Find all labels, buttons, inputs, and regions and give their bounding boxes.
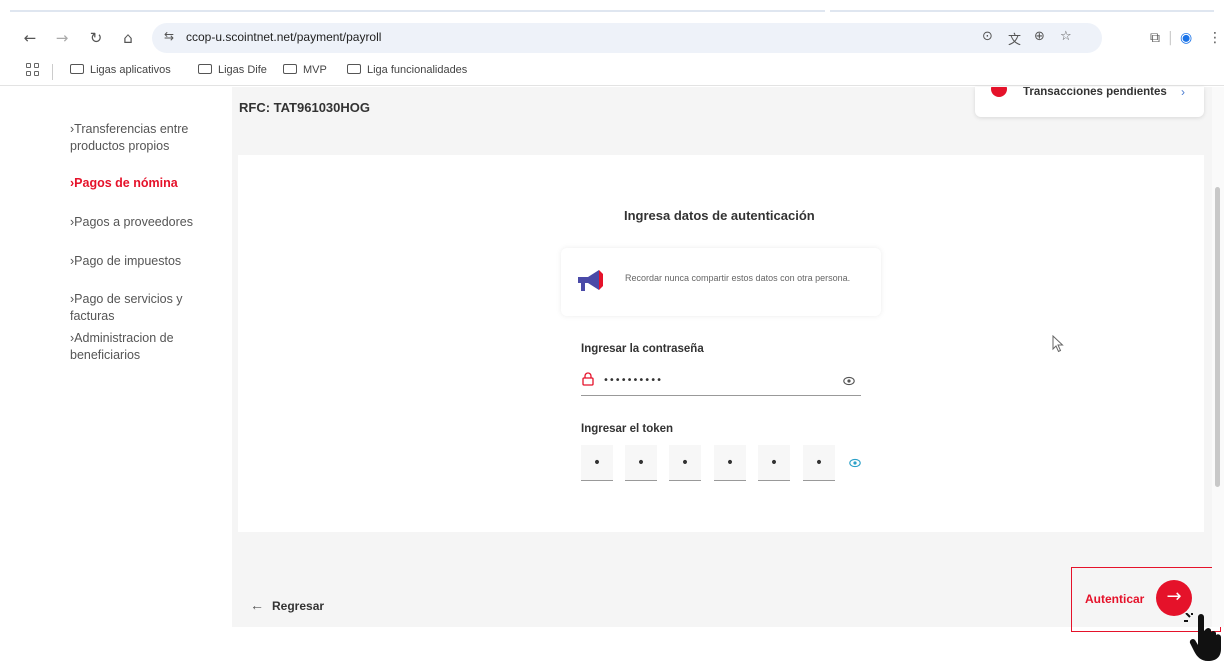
bookmark-folder[interactable]: Ligas Dife [198, 64, 267, 76]
token-digit-6[interactable]: • [803, 445, 835, 481]
sidebar-item-label: Pago de servicios y facturas [70, 292, 183, 323]
address-bar[interactable]: ⇆ ccop-u.scointnet.net/payment/payroll ⊙… [152, 23, 1102, 53]
folder-icon [283, 64, 297, 74]
sidebar-item-label: Pagos a proveedores [74, 215, 194, 229]
lock-icon [582, 372, 594, 386]
profile-icon[interactable]: ◉ [1180, 30, 1192, 46]
authenticate-button[interactable]: → [1156, 580, 1192, 616]
bookmarks-separator [52, 64, 53, 80]
sidebar-item-beneficiarios[interactable]: ›Administracion de beneficiarios [70, 330, 200, 364]
sidebar-item-label: Transferencias entre productos propios [70, 122, 189, 153]
reload-icon[interactable]: ↻ [86, 28, 106, 48]
token-input-group: • • • • • • [581, 445, 871, 483]
back-button-label: Regresar [272, 599, 325, 613]
pending-badge [991, 87, 1007, 97]
sidebar-item-label: Pagos de nómina [74, 176, 178, 190]
eye-icon[interactable] [843, 376, 855, 386]
bookmark-folder[interactable]: Liga funcionalidades [347, 64, 467, 76]
bookmark-label: MVP [303, 64, 327, 76]
password-label: Ingresar la contraseña [581, 343, 704, 355]
sidebar-item-pagos-nomina[interactable]: ›Pagos de nómina [70, 175, 230, 192]
token-digit-4[interactable]: • [714, 445, 746, 481]
sidebar-item-pago-impuestos[interactable]: ›Pago de impuestos [70, 253, 230, 270]
token-digit-2[interactable]: • [625, 445, 657, 481]
authenticate-label[interactable]: Autenticar [1085, 592, 1144, 606]
bookmark-star-icon[interactable]: ☆ [1060, 29, 1072, 44]
chevron-right-icon: › [1181, 87, 1185, 99]
forward-arrow-icon[interactable]: → [52, 28, 72, 48]
menu-dots-icon[interactable]: ⋮ [1208, 30, 1222, 46]
bookmark-label: Ligas Dife [218, 64, 267, 76]
security-notice: Recordar nunca compartir estos datos con… [561, 248, 881, 316]
home-icon[interactable]: ⌂ [118, 28, 138, 48]
token-label: Ingresar el token [581, 423, 674, 435]
sidebar-item-pagos-proveedores[interactable]: ›Pagos a proveedores [70, 214, 230, 231]
tab-strip [0, 0, 1224, 18]
megaphone-icon [578, 270, 603, 291]
back-button[interactable]: ← Regresar [250, 597, 324, 613]
sidebar-item-label: Pago de impuestos [74, 254, 182, 268]
arrow-right-icon: → [1166, 586, 1182, 607]
pending-transactions-card[interactable]: Transacciones pendientes › [975, 87, 1204, 117]
extensions-icon[interactable]: ⧉ [1150, 30, 1160, 46]
translate-icon[interactable]: 文 [1008, 29, 1021, 48]
bookmark-folder[interactable]: Ligas aplicativos [70, 64, 171, 76]
password-input[interactable] [603, 371, 823, 389]
rfc-label: RFC: TAT961030HOG [239, 100, 370, 115]
url-text[interactable]: ccop-u.scointnet.net/payment/payroll [186, 30, 381, 44]
auth-title: Ingresa datos de autenticación [624, 208, 815, 223]
browser-toolbar: ← → ↻ ⌂ ⇆ ccop-u.scointnet.net/payment/p… [0, 18, 1224, 58]
bookmark-label: Liga funcionalidades [367, 64, 468, 76]
page-content: ›Transferencias entre productos propios … [0, 87, 1224, 664]
mouse-pointer-icon [1052, 335, 1064, 353]
sidebar: ›Transferencias entre productos propios … [0, 87, 232, 627]
tab-strip-segment [830, 10, 1214, 12]
security-notice-text: Recordar nunca compartir estos datos con… [625, 273, 851, 283]
token-digit-1[interactable]: • [581, 445, 613, 481]
scrollbar-thumb[interactable] [1215, 187, 1220, 487]
location-icon[interactable]: ⊙ [982, 29, 993, 44]
bookmark-folder[interactable]: MVP [283, 64, 327, 76]
zoom-icon[interactable]: ⊕ [1034, 29, 1045, 44]
back-arrow-icon[interactable]: ← [20, 28, 40, 48]
token-digit-5[interactable]: • [758, 445, 790, 481]
toolbar-divider: | [1168, 30, 1173, 46]
hand-cursor-icon [1184, 613, 1221, 661]
token-digit-3[interactable]: • [669, 445, 701, 481]
password-field[interactable] [581, 370, 861, 396]
bookmarks-bar: Ligas aplicativos Ligas Dife MVP Liga fu… [0, 58, 1224, 86]
bookmark-label: Ligas aplicativos [90, 64, 171, 76]
folder-icon [70, 64, 84, 74]
apps-grid-icon[interactable] [26, 63, 40, 77]
pending-transactions-label: Transacciones pendientes [1023, 87, 1167, 98]
arrow-left-icon: ← [250, 597, 264, 613]
page-scrollbar[interactable] [1212, 87, 1224, 627]
token-eye-icon[interactable] [849, 458, 861, 468]
sidebar-item-transferencias[interactable]: ›Transferencias entre productos propios [70, 121, 230, 155]
site-settings-icon[interactable]: ⇆ [164, 29, 174, 43]
folder-icon [347, 64, 361, 74]
sidebar-item-label: Administracion de beneficiarios [70, 331, 174, 362]
folder-icon [198, 64, 212, 74]
tab-strip-segment [10, 10, 825, 12]
sidebar-item-pago-servicios[interactable]: ›Pago de servicios y facturas [70, 291, 230, 325]
